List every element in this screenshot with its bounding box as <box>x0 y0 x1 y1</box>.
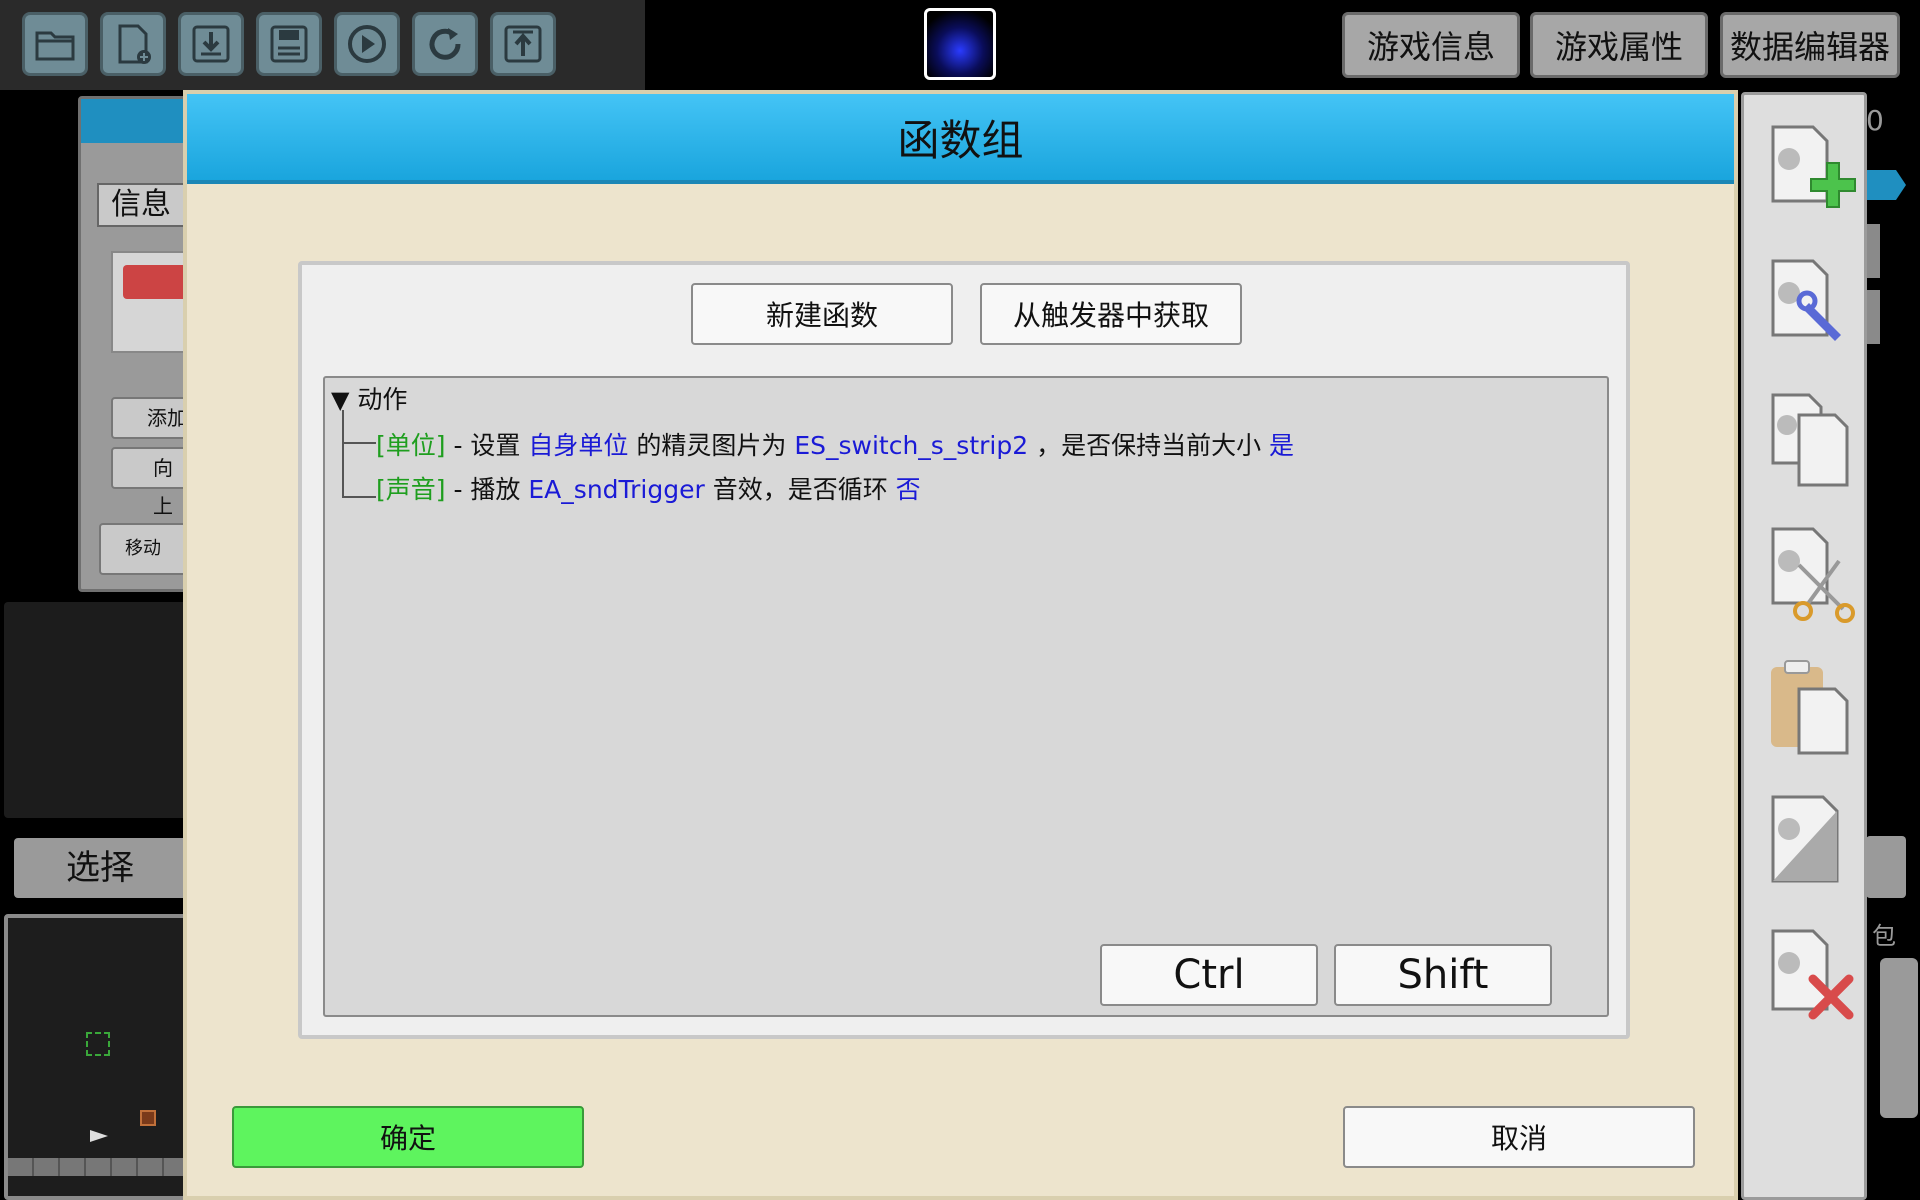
function-group-dialog: 函数组 新建函数 从触发器中获取 ▼ 动作 [单位] - 设置 自身单位 的精灵… <box>183 90 1738 1200</box>
refresh-icon[interactable] <box>412 12 478 76</box>
download-icon[interactable] <box>178 12 244 76</box>
left-dark-area <box>4 602 188 818</box>
tree-connector <box>342 496 376 498</box>
cut-page-icon[interactable] <box>1769 525 1861 625</box>
action-category: [声音] <box>376 475 446 504</box>
right-number: 0 <box>1866 104 1884 137</box>
game-info-button[interactable]: 游戏信息 <box>1342 12 1520 78</box>
tree-action-row[interactable]: [单位] - 设置 自身单位 的精灵图片为 ES_switch_s_strip2… <box>376 426 1294 462</box>
game-thumbnail[interactable] <box>924 8 996 80</box>
block-icon <box>140 1110 156 1126</box>
new-file-icon[interactable] <box>100 12 166 76</box>
edit-page-icon[interactable] <box>1769 257 1861 357</box>
direction-button[interactable]: 向上 <box>111 447 191 518</box>
tree-connector <box>342 410 344 498</box>
play-icon[interactable] <box>334 12 400 76</box>
shift-modifier-button[interactable]: Shift <box>1334 944 1552 1006</box>
left-panel-header <box>81 99 185 143</box>
data-editor-button[interactable]: 数据编辑器 <box>1720 12 1900 78</box>
action-text: 的精灵图片为 <box>628 431 795 460</box>
copy-page-icon[interactable] <box>1769 391 1861 491</box>
collapse-triangle-icon[interactable]: ▼ <box>331 386 349 414</box>
action-param[interactable]: 是 <box>1269 431 1294 460</box>
right-pack-label: 包 <box>1872 922 1896 950</box>
action-text: - 设置 <box>445 431 529 460</box>
tree-action-row[interactable]: [声音] - 播放 EA_sndTrigger 音效，是否循环 否 <box>376 470 921 506</box>
ground-strip <box>8 1158 188 1176</box>
right-gray-bar <box>1866 836 1906 898</box>
action-param[interactable]: ES_switch_s_strip2 <box>794 431 1028 460</box>
flag-icon <box>90 1130 108 1142</box>
selection-marker-icon <box>86 1032 110 1056</box>
action-category: [单位] <box>376 431 446 460</box>
ok-button[interactable]: 确定 <box>232 1106 584 1168</box>
tree-connector <box>342 442 376 444</box>
right-gray-slot <box>1866 224 1880 278</box>
blank-page-icon[interactable] <box>1769 793 1861 893</box>
action-text: ，是否保持当前大小 <box>1028 431 1270 460</box>
action-param[interactable]: 自身单位 <box>528 431 628 460</box>
open-folder-icon[interactable] <box>22 12 88 76</box>
mini-map[interactable] <box>4 914 188 1200</box>
upload-icon[interactable] <box>490 12 556 76</box>
tree-root[interactable]: ▼ 动作 <box>331 380 407 416</box>
action-text: - 播放 <box>445 475 529 504</box>
select-button[interactable]: 选择 <box>14 838 188 898</box>
preview-box <box>111 251 193 353</box>
move-button[interactable]: 移动 <box>99 523 191 575</box>
right-gray-slot <box>1866 290 1880 344</box>
get-from-trigger-button[interactable]: 从触发器中获取 <box>980 283 1242 345</box>
save-icon[interactable] <box>256 12 322 76</box>
info-tab[interactable]: 信息 <box>97 183 197 227</box>
cancel-button[interactable]: 取消 <box>1343 1106 1695 1168</box>
action-param[interactable]: EA_sndTrigger <box>528 475 704 504</box>
delete-page-icon[interactable] <box>1769 927 1861 1027</box>
side-tool-panel <box>1741 92 1867 1200</box>
new-function-button[interactable]: 新建函数 <box>691 283 953 345</box>
add-page-icon[interactable] <box>1769 123 1861 223</box>
right-scrollbar[interactable] <box>1880 958 1918 1118</box>
action-text: 音效，是否循环 <box>704 475 896 504</box>
action-tree[interactable]: ▼ 动作 [单位] - 设置 自身单位 的精灵图片为 ES_switch_s_s… <box>323 376 1609 1017</box>
game-properties-button[interactable]: 游戏属性 <box>1530 12 1708 78</box>
left-object-panel: 信息 添加 向上 移动 <box>78 96 197 592</box>
function-panel: 新建函数 从触发器中获取 ▼ 动作 [单位] - 设置 自身单位 的精灵图片为 … <box>298 261 1630 1039</box>
ctrl-modifier-button[interactable]: Ctrl <box>1100 944 1318 1006</box>
paste-page-icon[interactable] <box>1769 659 1861 759</box>
add-button[interactable]: 添加 <box>111 397 191 439</box>
tree-root-label: 动作 <box>357 385 408 414</box>
right-blue-arrow <box>1866 170 1906 200</box>
dialog-title: 函数组 <box>187 94 1734 184</box>
action-param[interactable]: 否 <box>896 475 921 504</box>
